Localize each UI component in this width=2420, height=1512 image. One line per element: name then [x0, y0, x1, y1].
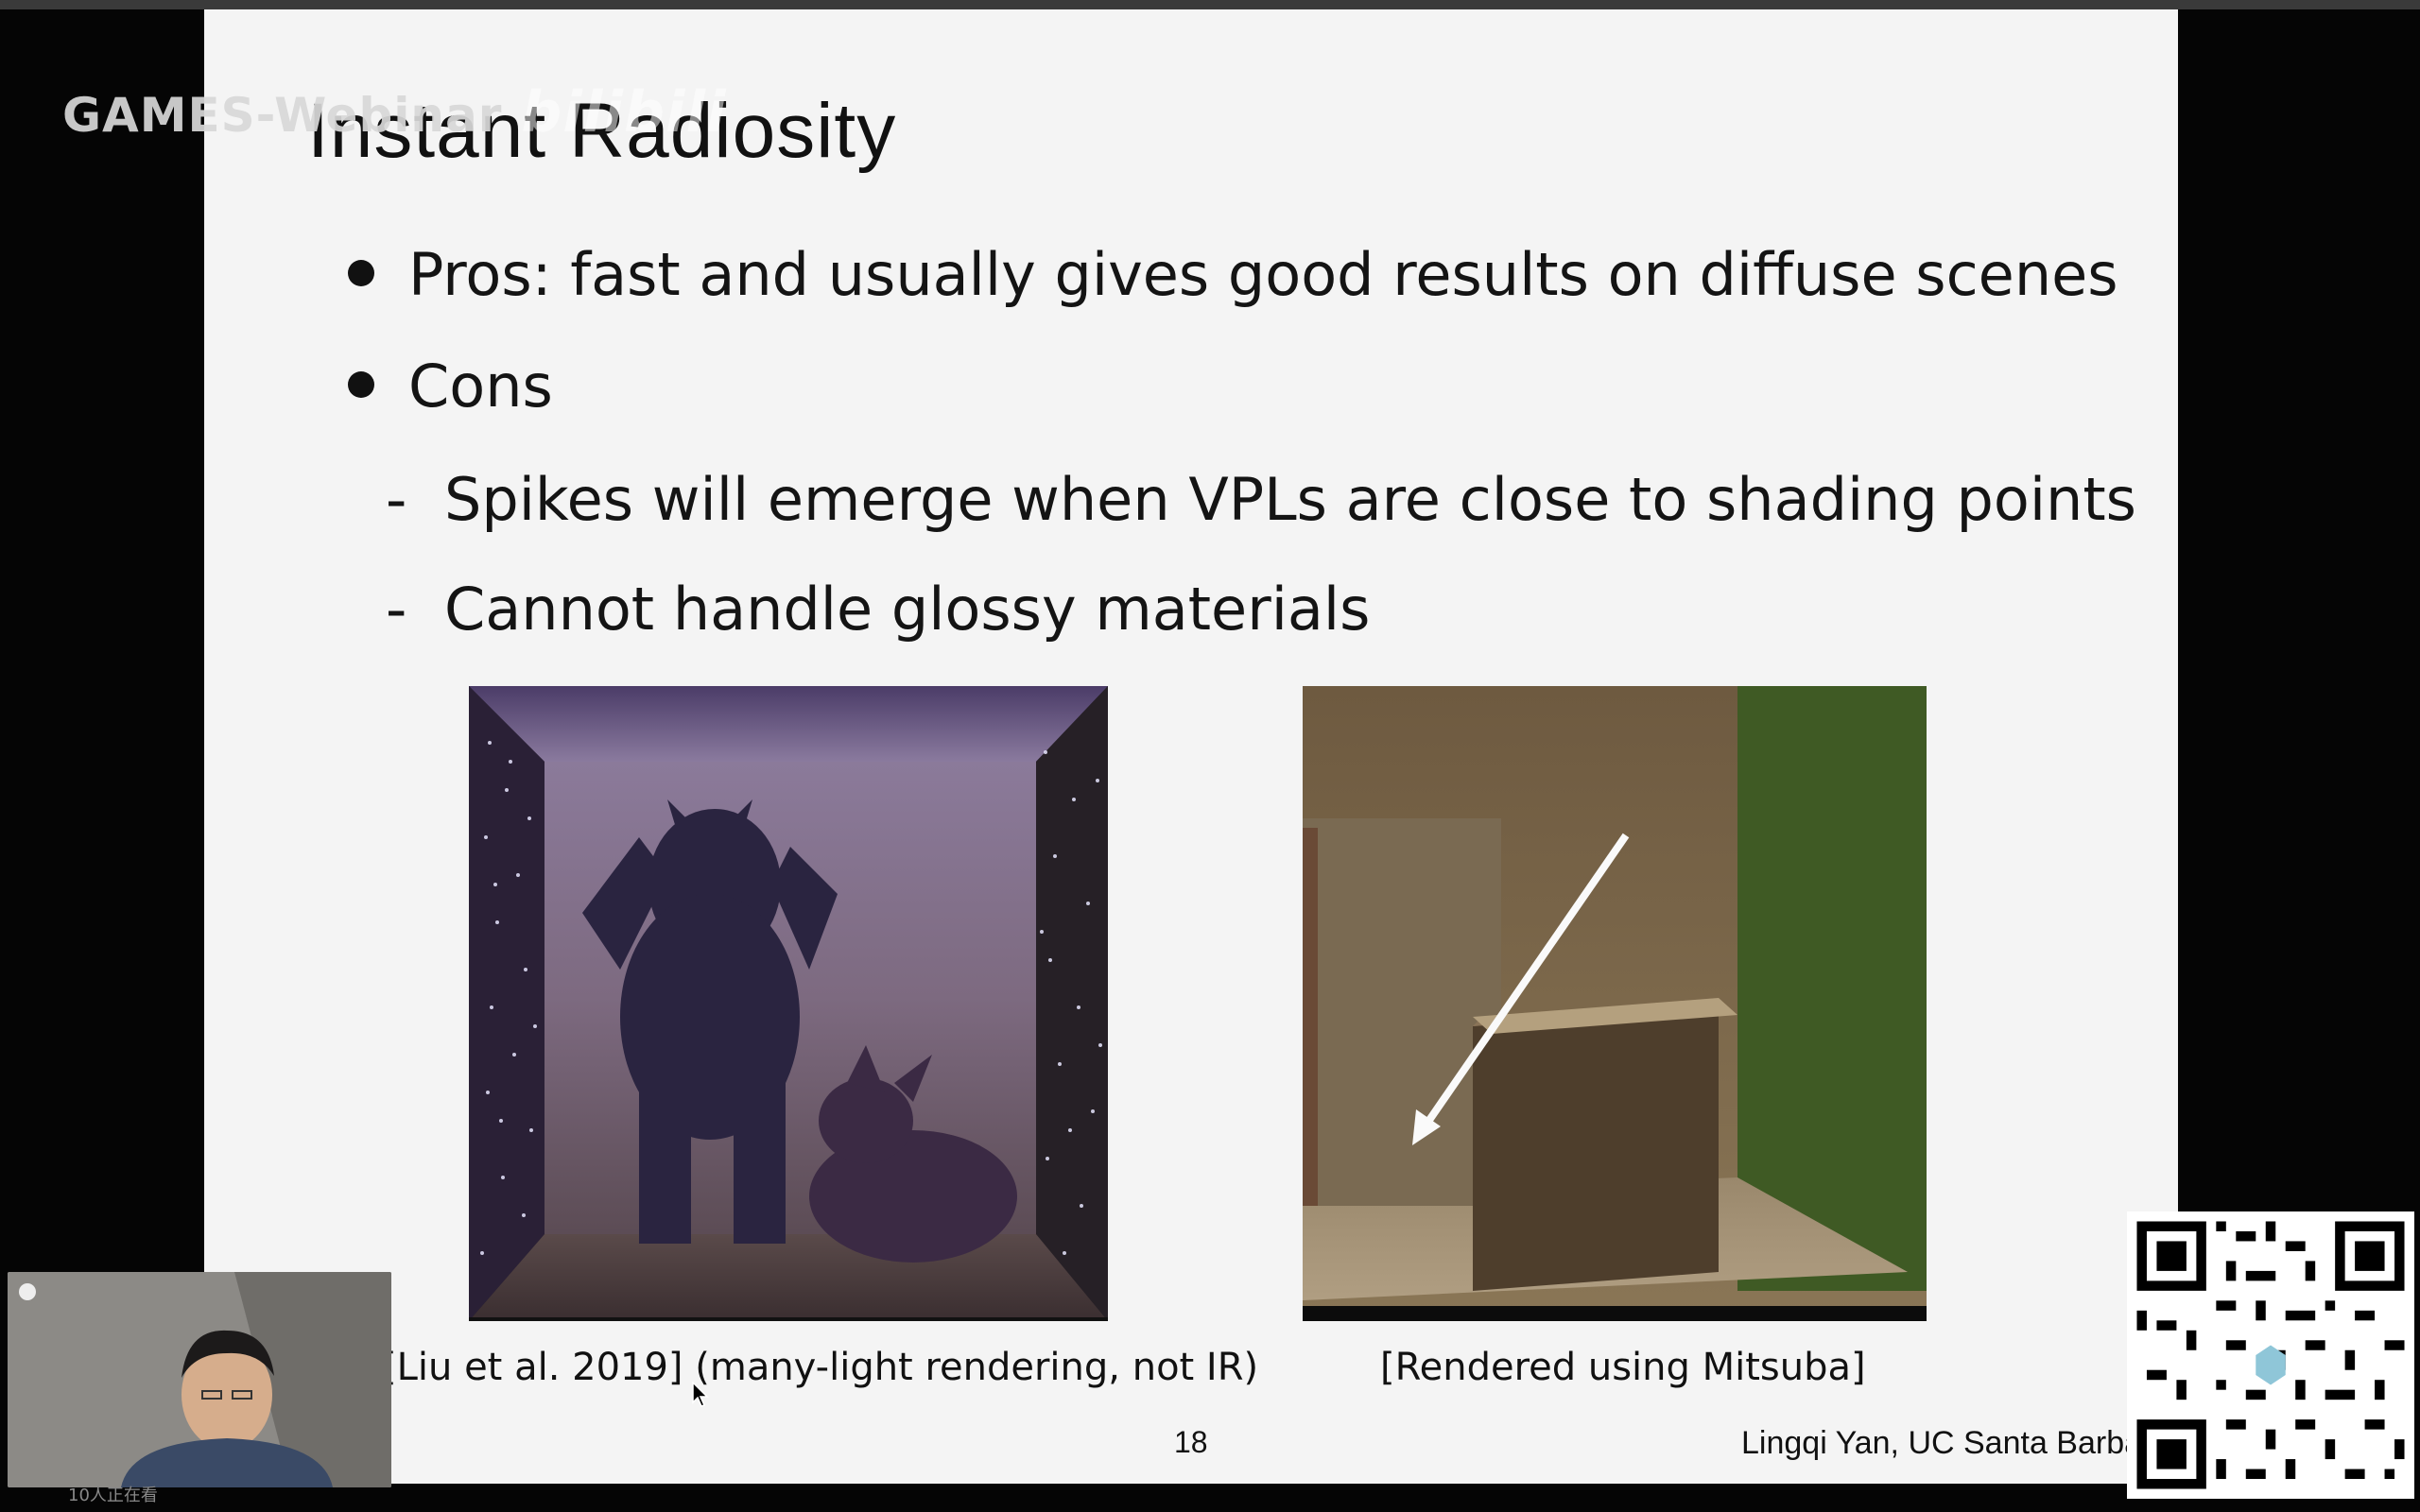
sub-bullet-spikes: - Spikes will emerge when VPLs are close … [386, 465, 2136, 534]
dash-icon: - [386, 465, 407, 534]
bullet-text: Cannot handle glossy materials [444, 575, 1371, 644]
qr-code-graphic [2127, 1211, 2414, 1499]
screen-top-bar [0, 0, 2420, 9]
render-image [469, 686, 1108, 1321]
render-image [1303, 686, 1927, 1321]
dash-icon: - [386, 575, 407, 644]
bullet-cons: Cons [348, 352, 553, 421]
author-footer: Lingqi Yan, UC Santa Barbara [1741, 1425, 2171, 1461]
qr-code-icon [2127, 1211, 2414, 1499]
bullet-text: Spikes will emerge when VPLs are close t… [444, 465, 2136, 534]
channel-watermark: GAMES-Webinar bilibili [62, 79, 727, 146]
sub-bullet-glossy: - Cannot handle glossy materials [386, 575, 1370, 644]
webcam-feed [8, 1272, 391, 1487]
caption-left: [Liu et al. 2019] (many-light rendering,… [382, 1346, 1259, 1389]
page-number: 18 [1174, 1425, 1208, 1459]
figure-many-light-render [469, 686, 1108, 1321]
channel-name: GAMES-Webinar [62, 88, 503, 143]
caption-right: [Rendered using Mitsuba] [1380, 1346, 1866, 1389]
bilibili-logo-icon: bilibili [521, 79, 727, 146]
mouse-cursor-icon [692, 1381, 711, 1412]
figure-mitsuba-render [1303, 686, 1927, 1321]
bullet-text: Pros: fast and usually gives good result… [408, 240, 2118, 309]
bullet-pros: Pros: fast and usually gives good result… [348, 240, 2118, 309]
speaker-webcam[interactable] [8, 1272, 391, 1487]
bullet-dot-icon [348, 370, 374, 398]
record-dot-icon [19, 1283, 36, 1300]
bullet-text: Cons [408, 352, 553, 421]
viewer-count: 10人正在看 [68, 1486, 158, 1505]
bullet-dot-icon [348, 259, 374, 286]
